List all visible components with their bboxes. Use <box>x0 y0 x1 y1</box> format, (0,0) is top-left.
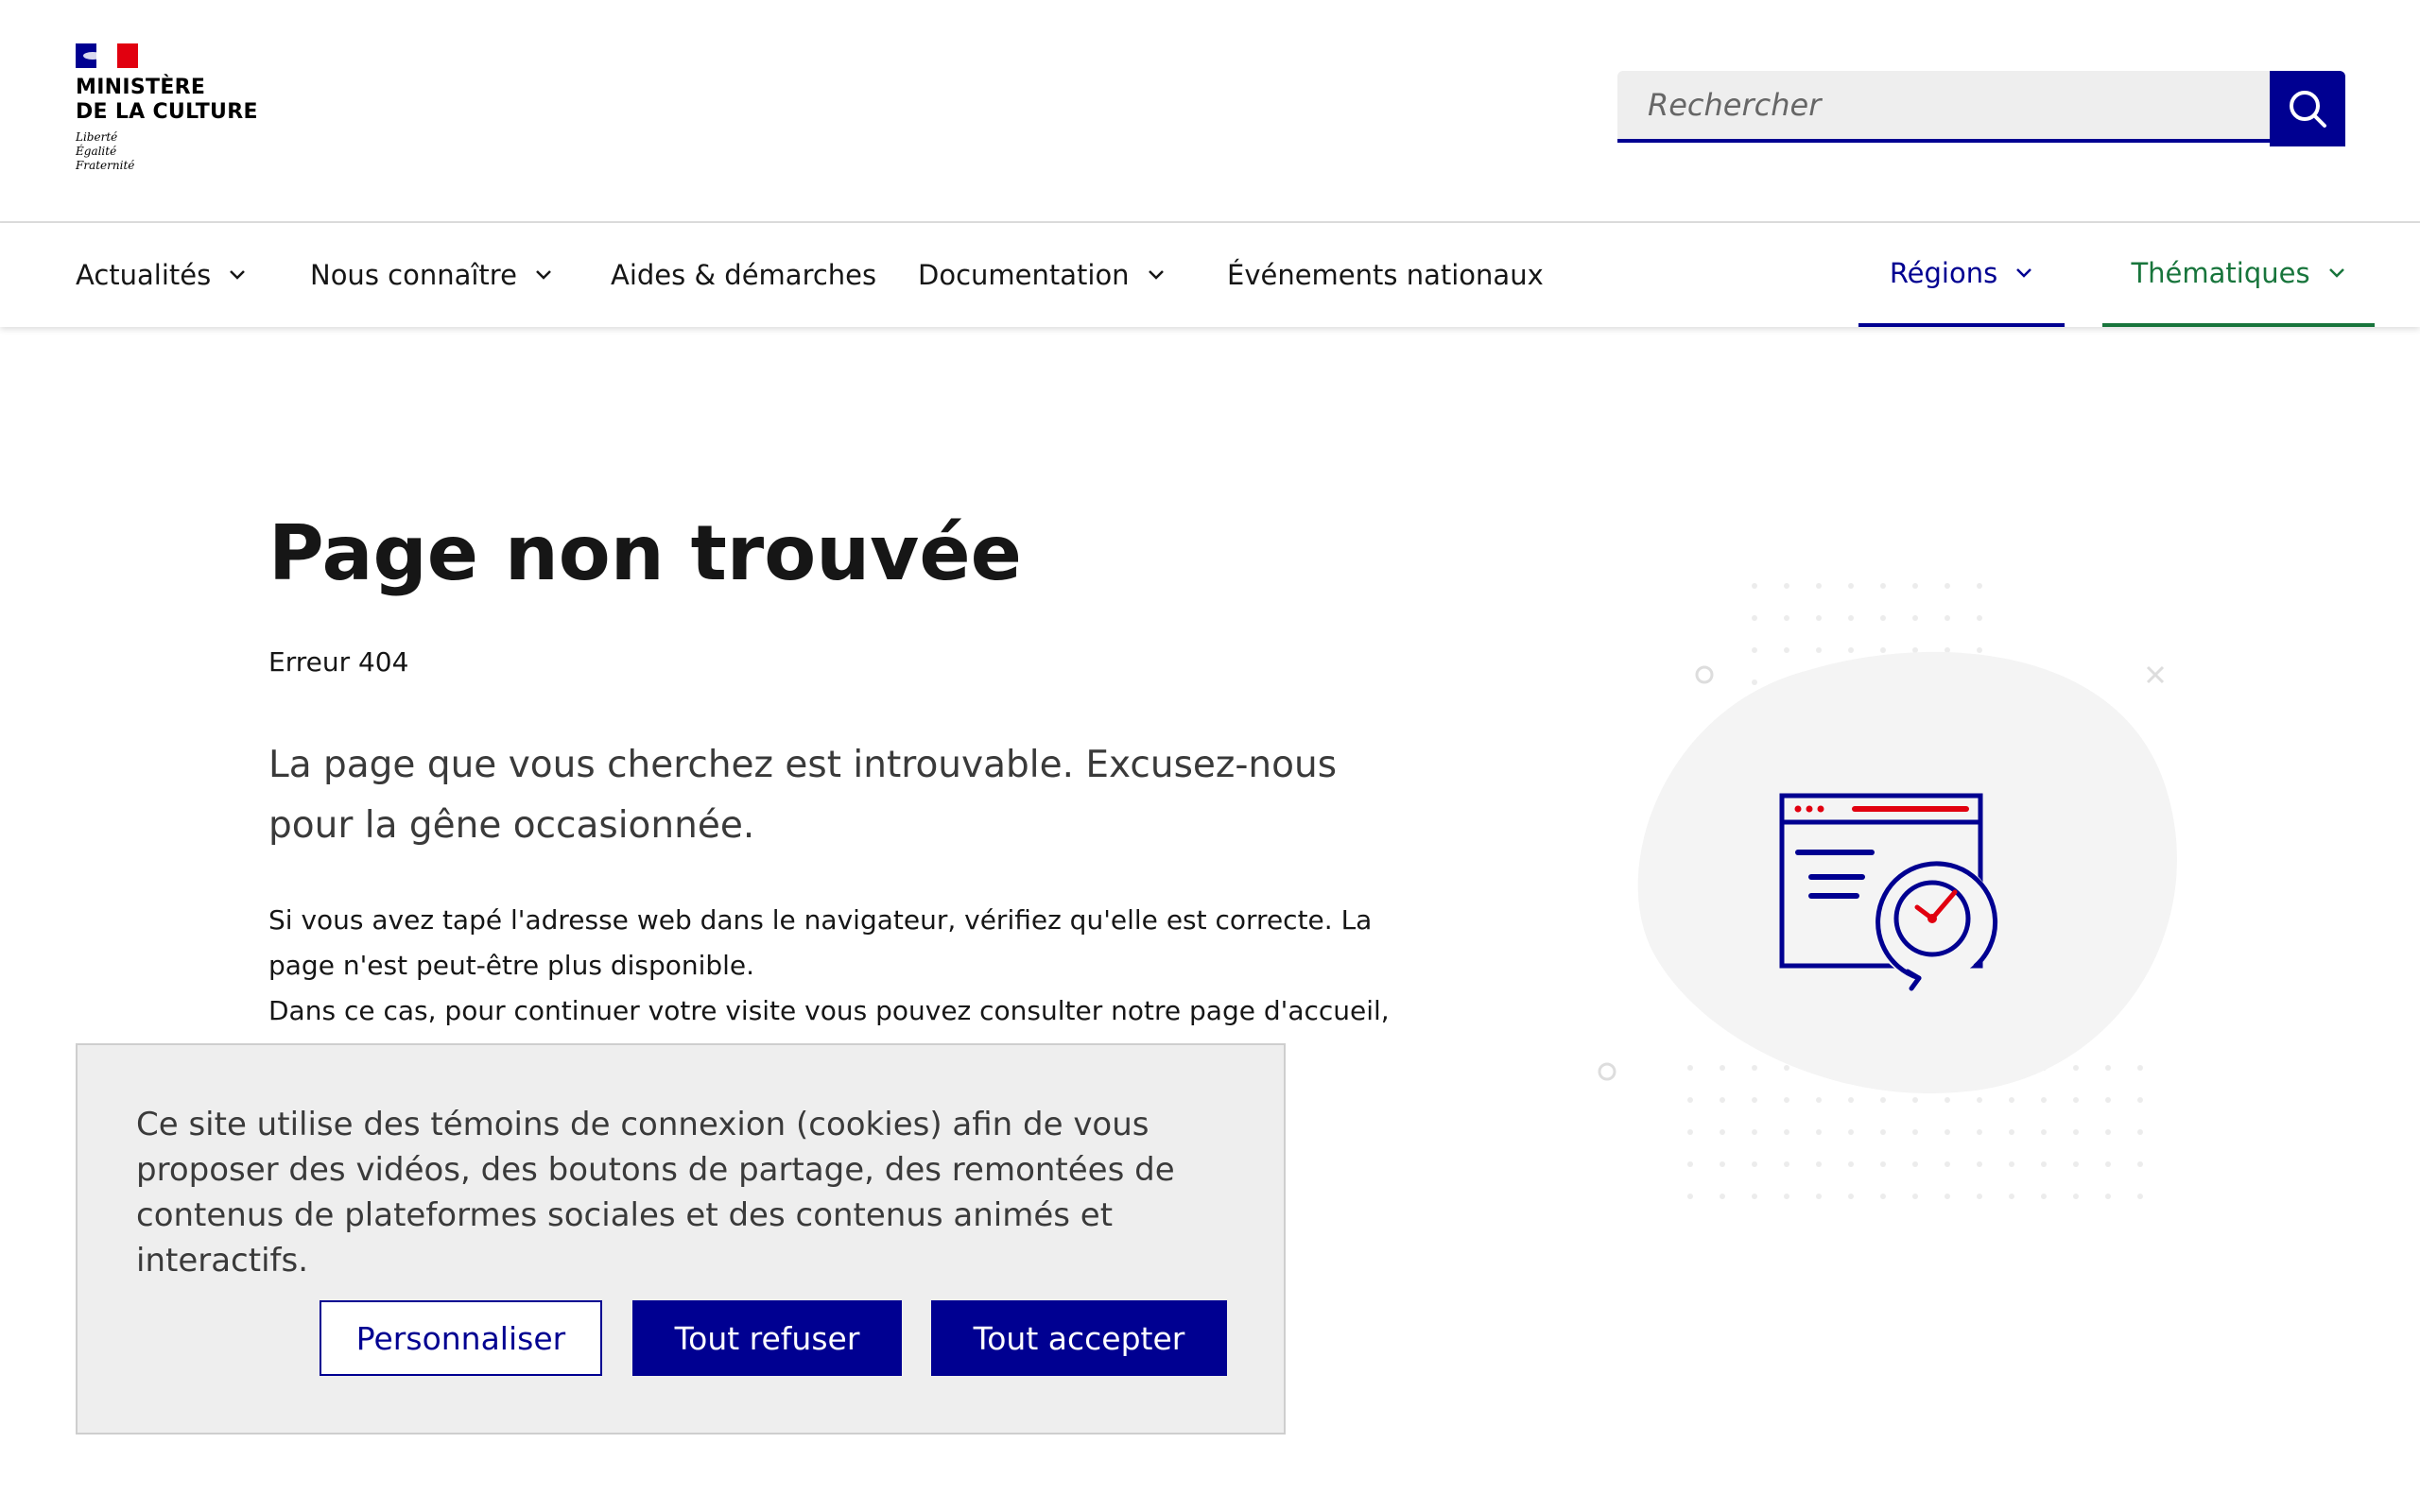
body-line-1: Si vous avez tapé l'adresse web dans le … <box>268 904 1373 981</box>
chevron-down-icon <box>534 269 553 281</box>
search-button[interactable] <box>2270 71 2345 146</box>
chevron-down-icon <box>2014 267 2033 279</box>
motto-liberte: Liberté <box>76 130 118 144</box>
refuse-all-button[interactable]: Tout refuser <box>632 1300 902 1376</box>
page-title: Page non trouvée <box>268 509 1022 597</box>
search-input[interactable] <box>1617 71 2270 143</box>
nav-item-label: Documentation <box>918 259 1130 291</box>
cookie-consent-banner: Ce site utilise des témoins de connexion… <box>76 1043 1286 1435</box>
logo-line-1: MINISTÈRE <box>76 76 206 99</box>
nav-item-evenements-nationaux[interactable]: Événements nationaux <box>1227 223 1544 327</box>
nav-item-nous-connaitre[interactable]: Nous connaître <box>310 223 553 327</box>
decor-circle-icon <box>1695 665 1714 684</box>
nav-item-thematiques[interactable]: Thématiques <box>2102 223 2375 327</box>
accept-all-button[interactable]: Tout accepter <box>931 1300 1227 1376</box>
nav-item-label: Thématiques <box>2131 257 2310 289</box>
lead-paragraph: La page que vous cherchez est introuvabl… <box>268 744 1338 847</box>
nav-item-label: Nous connaître <box>310 259 517 291</box>
chevron-down-icon <box>228 269 247 281</box>
republic-motto: Liberté Égalité Fraternité <box>76 130 284 173</box>
motto-egalite: Égalité <box>76 145 117 158</box>
nav-item-actualites[interactable]: Actualités <box>76 223 247 327</box>
nav-item-label: Actualités <box>76 259 212 291</box>
nav-item-documentation[interactable]: Documentation <box>918 223 1166 327</box>
marianne-flag-icon <box>76 43 138 68</box>
nav-item-regions[interactable]: Régions <box>1858 223 2065 327</box>
decor-circle-icon <box>1598 1062 1616 1081</box>
nav-item-label: Régions <box>1889 257 1998 289</box>
error-code: Erreur 404 <box>268 646 409 678</box>
cookie-message: Ce site utilise des témoins de connexion… <box>136 1106 1175 1280</box>
main-navigation: Actualités Nous connaître Aides & démarc… <box>0 223 2420 327</box>
logo-wordmark: MINISTÈRE DE LA CULTURE <box>76 76 284 125</box>
motto-fraternite: Fraternité <box>76 159 135 172</box>
site-header: MINISTÈRE DE LA CULTURE Liberté Égalité … <box>0 0 2420 223</box>
nav-item-label: Aides & démarches <box>611 259 877 291</box>
nav-item-label: Événements nationaux <box>1227 259 1544 291</box>
chevron-down-icon <box>2327 267 2346 279</box>
customize-cookies-button[interactable]: Personnaliser <box>320 1300 602 1376</box>
decor-cross-icon <box>2146 665 2165 684</box>
error-illustration <box>1598 558 2177 1200</box>
ministry-logo[interactable]: MINISTÈRE DE LA CULTURE Liberté Égalité … <box>76 43 284 173</box>
search-bar <box>1617 71 2345 146</box>
logo-line-2: DE LA CULTURE <box>76 100 258 124</box>
chevron-down-icon <box>1147 269 1166 281</box>
search-icon <box>2290 91 2326 128</box>
nav-item-aides-demarches[interactable]: Aides & démarches <box>611 223 876 327</box>
